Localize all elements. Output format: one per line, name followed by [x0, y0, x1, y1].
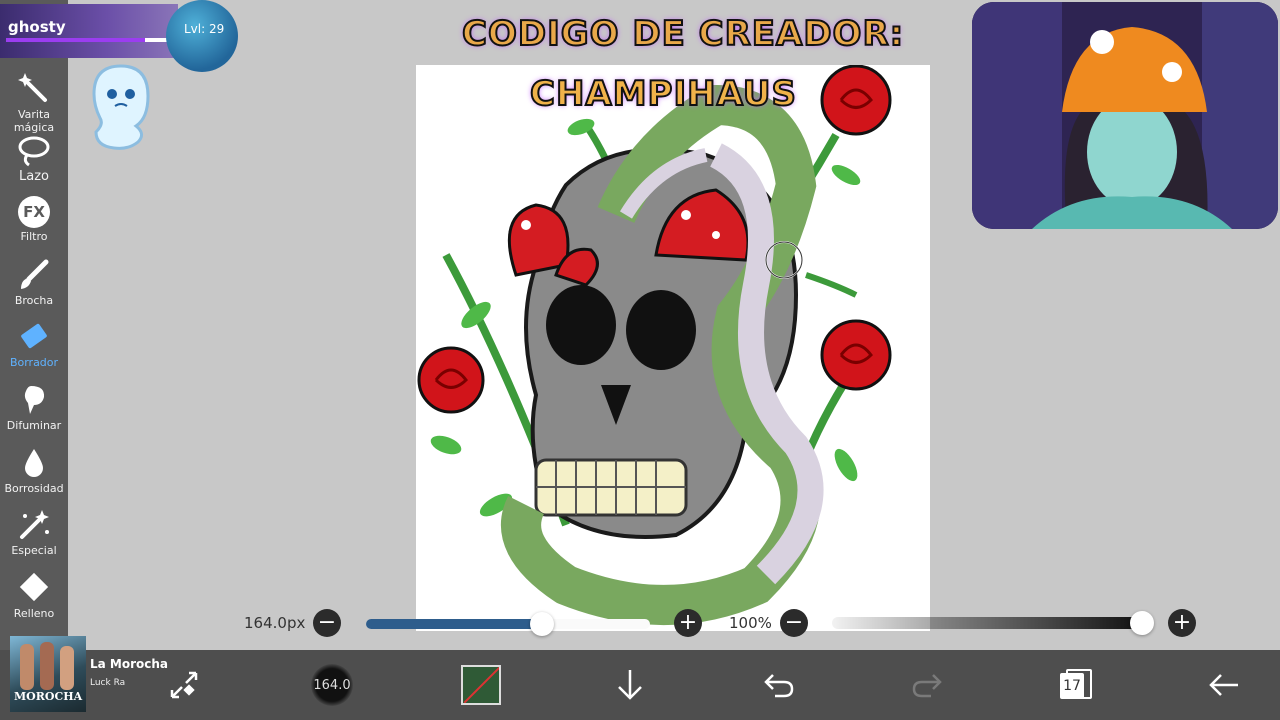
level-progress-fill	[6, 38, 146, 42]
tool-magic-wand[interactable]: Varita mágica	[0, 72, 68, 134]
album-art-text: MOROCHA	[14, 690, 83, 703]
album-art: MOROCHA	[10, 636, 86, 712]
tool-label: Especial	[11, 544, 57, 557]
ghost-mascot	[92, 64, 150, 150]
song-artist: Luck Ra	[90, 678, 126, 688]
tool-label: Brocha	[14, 294, 54, 307]
fx-icon: FX	[18, 196, 50, 228]
brush-size-slider[interactable]	[366, 612, 650, 636]
tool-label: Borrador	[9, 356, 59, 369]
opacity-increase-button[interactable]: +	[1168, 609, 1196, 637]
redo-button[interactable]	[910, 658, 944, 712]
artwork-skull-snake-roses	[417, 65, 892, 625]
layers-icon: 17	[1060, 669, 1092, 701]
webcam-feed-image	[972, 2, 1278, 229]
redo-icon	[912, 674, 942, 698]
opacity-slider[interactable]	[832, 611, 1154, 635]
undo-icon	[764, 674, 794, 698]
tool-brush[interactable]: Brocha	[0, 258, 68, 307]
now-playing-widget: MOROCHA La Morocha Luck Ra	[10, 636, 210, 712]
tool-eraser[interactable]: Borrador	[0, 320, 68, 369]
layers-button[interactable]: 17	[1058, 658, 1092, 712]
smudge-icon	[24, 386, 45, 414]
tool-filter[interactable]: FX Filtro	[0, 196, 68, 243]
brush-preview-button[interactable]: 164.0	[310, 658, 354, 712]
brush-size-slider-thumb[interactable]	[530, 612, 555, 636]
plus-icon: +	[1172, 610, 1192, 635]
creator-code-title: CODIGO DE CREADOR:	[461, 13, 905, 55]
color-swatch	[461, 665, 501, 705]
tool-smudge[interactable]: Difuminar	[0, 383, 68, 432]
level-progress-track	[6, 38, 176, 42]
tool-fill[interactable]: Relleno	[0, 571, 68, 620]
song-title: La Morocha	[90, 657, 169, 671]
tool-blur[interactable]: Borrosidad	[0, 446, 68, 495]
username: ghosty	[8, 18, 66, 36]
eraser-icon	[21, 323, 47, 349]
tool-special[interactable]: Especial	[0, 508, 68, 557]
opacity-label: 100%	[729, 614, 772, 632]
undo-button[interactable]	[762, 658, 796, 712]
plus-icon: +	[678, 610, 698, 635]
tool-label: Lazo	[19, 169, 49, 184]
lasso-icon	[18, 136, 50, 167]
brush-size-decrease-button[interactable]: −	[313, 609, 341, 637]
tool-label: Filtro	[20, 230, 48, 243]
tool-label: Difuminar	[6, 419, 62, 432]
fill-icon	[19, 572, 49, 602]
back-arrow-icon	[1209, 674, 1238, 696]
current-color-button[interactable]	[461, 658, 501, 712]
brush-preview-label: 164.0	[313, 677, 351, 693]
minus-icon: −	[784, 610, 804, 635]
webcam-overlay	[972, 2, 1278, 229]
tool-lasso[interactable]: Lazo	[0, 134, 68, 183]
brush-size-increase-button[interactable]: +	[674, 609, 702, 637]
opacity-decrease-button[interactable]: −	[780, 609, 808, 637]
blur-drop-icon	[25, 449, 43, 477]
planet-icon	[166, 0, 238, 72]
drawing-canvas[interactable]	[416, 65, 930, 631]
tool-sidebar: Varita mágica Lazo FX Filtro Brocha Borr…	[0, 0, 68, 650]
minus-icon: −	[317, 610, 337, 635]
brush-icon	[21, 259, 49, 289]
save-download-button[interactable]	[612, 658, 648, 712]
brush-size-label: 164.0px	[244, 614, 306, 632]
tool-label: Borrosidad	[4, 482, 64, 495]
opacity-slider-thumb[interactable]	[1130, 611, 1154, 635]
layers-count: 17	[1060, 673, 1084, 699]
back-button[interactable]	[1206, 658, 1242, 712]
down-arrow-icon	[618, 670, 642, 700]
brush-size-slider-fill	[366, 619, 543, 629]
creator-code-value: CHAMPIHAUS	[529, 73, 797, 115]
tool-label: Varita mágica	[13, 108, 55, 134]
level-label: Lvl: 29	[184, 22, 225, 36]
magic-wand-icon	[18, 73, 47, 102]
special-wand-icon	[20, 510, 49, 539]
tool-label: Relleno	[13, 607, 55, 620]
